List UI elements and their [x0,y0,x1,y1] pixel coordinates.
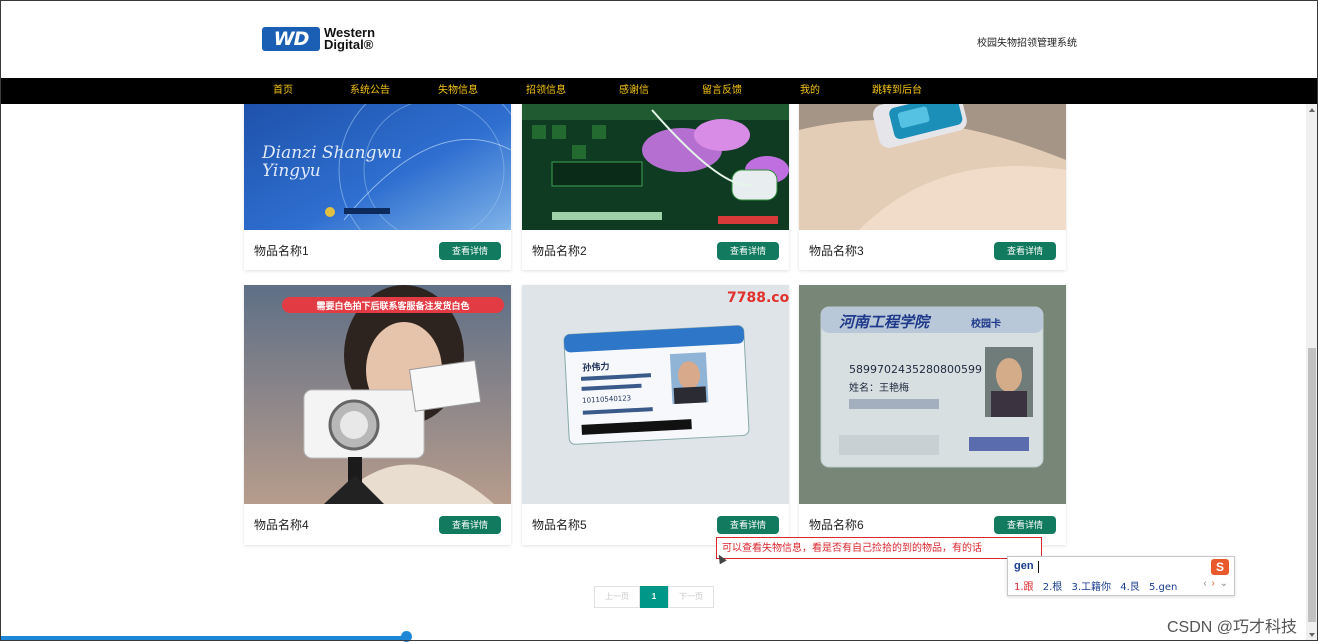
smartwatch-image[interactable] [799,104,1066,230]
pagination-page-current[interactable]: 1 [640,586,668,608]
ime-candidate[interactable]: 5.gen [1149,582,1177,593]
nav-item-backend[interactable]: 跳转到后台 [872,78,922,104]
site-header: WD Western Digital® 校园失物招领管理系统 [0,0,1318,78]
annotation-caption: 可以查看失物信息，看是否有自己捡拾的到的物品，有的话 [716,537,1042,559]
ime-candidate[interactable]: 1.跟 [1014,582,1034,593]
scroll-down-arrow-icon[interactable] [1309,633,1315,637]
scroll-up-arrow-icon[interactable] [1309,108,1315,112]
view-details-button[interactable]: 查看详情 [994,242,1056,260]
video-progress-bar[interactable] [0,636,409,640]
ime-candidate[interactable]: 4.艮 [1120,582,1140,593]
svg-text:校园卡: 校园卡 [971,317,1001,330]
student-id-card-image[interactable]: 7788.com 孙伟力 10110540123 [522,285,789,504]
svg-text:Dianzi Shangwu: Dianzi Shangwu [261,143,402,163]
item-card: 需要白色拍下后联系客服备注发货白色 物品名称4 查看详情 [244,285,511,545]
card-footer: 物品名称1 查看详情 [244,230,511,270]
scroll-thumb[interactable] [1308,348,1316,622]
item-card: 物品名称2 查看详情 [522,104,789,270]
card-footer: 物品名称3 查看详情 [799,230,1066,270]
item-name: 物品名称1 [254,244,309,258]
svg-text:姓名：王艳梅: 姓名：王艳梅 [849,381,909,394]
svg-text:7788.com: 7788.com [727,290,789,306]
item-name: 物品名称6 [809,518,864,532]
nav-item-found-items[interactable]: 招领信息 [526,78,566,104]
vertical-scrollbar[interactable] [1306,104,1318,641]
view-details-button[interactable]: 查看详情 [439,516,501,534]
book-cover-image[interactable] [522,104,789,230]
nav-item-feedback[interactable]: 留言反馈 [702,78,742,104]
ime-candidate[interactable]: 3.工籍你 [1071,582,1111,593]
svg-text:5899702435280800599: 5899702435280800599 [849,363,982,376]
ime-expand-icon[interactable]: ⌄ [1220,578,1228,589]
pagination: 上一页 1 下一页 [594,586,714,608]
system-title: 校园失物招领管理系统 [977,38,1077,49]
nav-item-home[interactable]: 首页 [273,78,293,104]
item-card: 7788.com 孙伟力 10110540123 物品名称5 查看详 [522,285,789,545]
ime-caret [1038,561,1039,573]
camera-photo-image[interactable]: 需要白色拍下后联系客服备注发货白色 [244,285,511,504]
item-name: 物品名称4 [254,518,309,532]
card-footer: 物品名称4 查看详情 [244,504,511,544]
logo-text: Western Digital® [324,26,375,52]
view-details-button[interactable]: 查看详情 [717,242,779,260]
view-details-button[interactable]: 查看详情 [717,516,779,534]
ime-candidate[interactable]: 2.根 [1043,582,1063,593]
pagination-next-button[interactable]: 下一页 [668,586,714,608]
svg-text:Yingyu: Yingyu [262,161,321,181]
campus-card-image[interactable]: 河南工程学院 校园卡 5899702435280800599 姓名：王艳梅 [799,285,1066,504]
item-card: Dianzi Shangwu Yingyu 物品名称1 查看详情 [244,104,511,270]
ime-next-page-icon[interactable]: › [1211,578,1214,589]
nav-item-mine[interactable]: 我的 [800,78,820,104]
svg-text:河南工程学院: 河南工程学院 [839,313,932,331]
pagination-prev-button[interactable]: 上一页 [594,586,640,608]
ime-candidate-window: gen S 1.跟 2.根 3.工籍你 4.艮 5.gen ‹ › ⌄ [1007,556,1235,596]
nav-item-lost-items[interactable]: 失物信息 [438,78,478,104]
item-card: 河南工程学院 校园卡 5899702435280800599 姓名：王艳梅 物品… [799,285,1066,545]
book-cover-image[interactable]: Dianzi Shangwu Yingyu [244,104,511,230]
ime-prev-page-icon[interactable]: ‹ [1203,578,1206,589]
item-name: 物品名称3 [809,244,864,258]
ime-input-text: gen [1014,560,1034,572]
watermark: CSDN @巧才科技 [1167,619,1298,636]
ime-candidates: 1.跟 2.根 3.工籍你 4.艮 5.gen [1014,578,1183,593]
card-footer: 物品名称2 查看详情 [522,230,789,270]
item-name: 物品名称2 [532,244,587,258]
western-digital-logo[interactable]: WD Western Digital® [262,26,375,52]
logo-line-2: Digital® [324,37,374,52]
ime-page-controls: ‹ › ⌄ [1201,578,1228,589]
wd-logo-badge: WD [262,27,320,51]
sogou-ime-logo-icon[interactable]: S [1211,559,1229,575]
nav-item-announcements[interactable]: 系统公告 [350,78,390,104]
item-name: 物品名称5 [532,518,587,532]
view-details-button[interactable]: 查看详情 [994,516,1056,534]
nav-item-thank-you-letters[interactable]: 感谢信 [619,78,649,104]
view-details-button[interactable]: 查看详情 [439,242,501,260]
video-progress-knob[interactable] [401,631,412,642]
main-nav: 首页 系统公告 失物信息 招领信息 感谢信 留言反馈 我的 跳转到后台 [0,78,1318,104]
svg-text:需要白色拍下后联系客服备注发货白色: 需要白色拍下后联系客服备注发货白色 [316,300,469,312]
item-card: 物品名称3 查看详情 [799,104,1066,270]
